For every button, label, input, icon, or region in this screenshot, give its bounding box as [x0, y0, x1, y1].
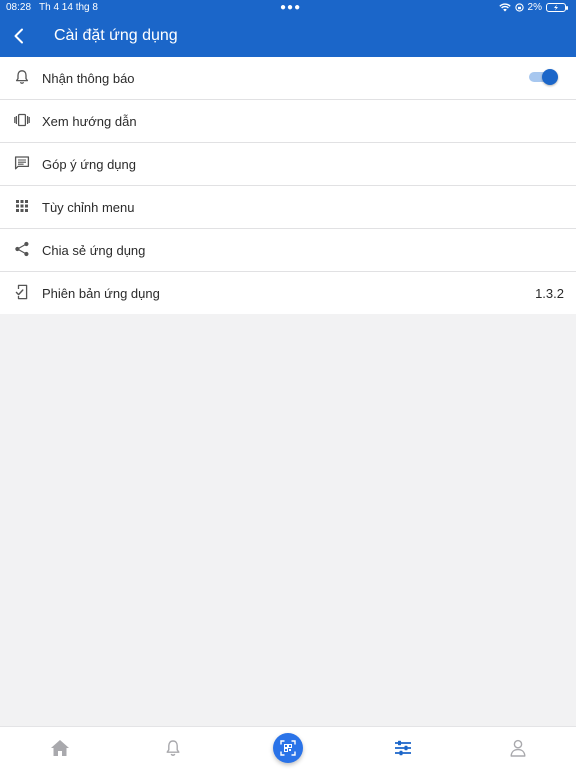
user-icon	[510, 739, 525, 757]
tab-profile[interactable]	[460, 727, 575, 769]
setting-label: Phiên bản ứng dụng	[42, 285, 160, 301]
multitask-dots-icon[interactable]: ●●●	[280, 2, 301, 13]
notifications-toggle[interactable]	[529, 69, 558, 85]
setting-customize-menu[interactable]: Tùy chỉnh menu	[0, 186, 576, 229]
setting-feedback[interactable]: Góp ý ứng dụng	[0, 143, 576, 186]
tab-home[interactable]	[2, 727, 117, 769]
tab-scan[interactable]	[230, 727, 345, 769]
page-title: Cài đặt ứng dụng	[54, 27, 178, 44]
battery-icon	[546, 3, 568, 12]
back-button[interactable]	[6, 22, 32, 50]
status-indicators: 2%	[498, 2, 568, 13]
home-icon	[50, 740, 69, 756]
setting-share[interactable]: Chia sẻ ứng dụng	[0, 229, 576, 272]
status-date: Th 4 14 thg 8	[39, 2, 98, 13]
version-value: 1.3.2	[535, 285, 564, 301]
phone-check-icon	[12, 282, 32, 302]
wifi-icon	[498, 3, 511, 12]
bell-icon	[12, 67, 32, 87]
orientation-lock-icon	[514, 3, 524, 12]
settings-list: Nhận thông báo Xem hướng dẫn Góp ý ứng d…	[0, 57, 576, 314]
tab-settings[interactable]	[345, 727, 460, 769]
feedback-icon	[12, 153, 32, 173]
battery-percent: 2%	[527, 2, 542, 13]
setting-guide[interactable]: Xem hướng dẫn	[0, 100, 576, 143]
chevron-left-icon	[14, 28, 23, 44]
setting-label: Tùy chỉnh menu	[42, 199, 135, 215]
status-bar: 08:28 Th 4 14 thg 8 ●●● 2%	[0, 0, 576, 16]
carousel-icon	[12, 110, 32, 130]
nav-bar: Cài đặt ứng dụng	[0, 16, 576, 57]
setting-notifications[interactable]: Nhận thông báo	[0, 57, 576, 100]
scan-button[interactable]	[272, 733, 303, 763]
setting-label: Xem hướng dẫn	[42, 113, 137, 129]
grid-icon	[12, 196, 32, 216]
scan-icon	[279, 740, 296, 756]
sliders-icon	[394, 740, 411, 756]
status-time: 08:28	[6, 2, 32, 13]
setting-version[interactable]: Phiên bản ứng dụng 1.3.2	[0, 272, 576, 314]
setting-label: Góp ý ứng dụng	[42, 156, 136, 172]
setting-label: Nhận thông báo	[42, 70, 135, 86]
toggle-knob	[542, 69, 558, 85]
share-icon	[12, 239, 32, 259]
bottom-tab-bar	[0, 726, 576, 769]
bell-icon	[166, 740, 179, 756]
app-header: 08:28 Th 4 14 thg 8 ●●● 2% Cài đặt ứng d…	[0, 0, 576, 57]
setting-label: Chia sẻ ứng dụng	[42, 242, 146, 258]
tab-notifications[interactable]	[115, 727, 230, 769]
